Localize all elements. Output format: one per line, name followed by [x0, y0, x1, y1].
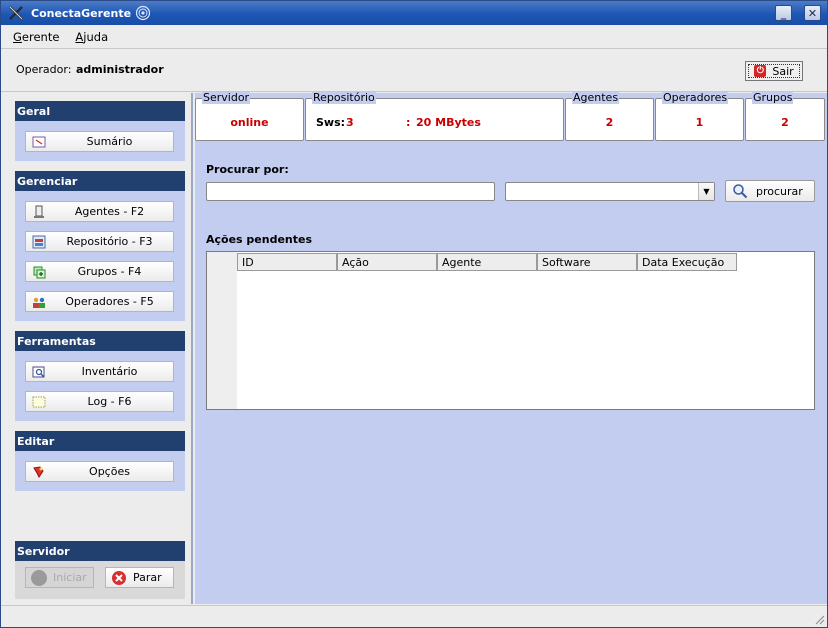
section-servidor-header: Servidor	[15, 541, 185, 561]
start-icon	[31, 569, 47, 586]
servidor-status: online	[230, 116, 269, 129]
log-icon	[32, 396, 46, 408]
column-header-agente[interactable]: Agente	[437, 253, 537, 271]
parar-button[interactable]: Parar	[105, 567, 174, 588]
swirl-icon	[135, 5, 151, 21]
operators-icon	[33, 297, 45, 308]
stat-grupos: Grupos 2	[745, 92, 825, 141]
search-label: Procurar por:	[206, 163, 289, 176]
column-header-acao[interactable]: Ação	[337, 253, 437, 271]
computer-icon	[34, 205, 44, 218]
app-window: ConectaGerente _ ✕ Gerente Ajuda Operado…	[0, 0, 828, 628]
chevron-down-icon[interactable]: ▼	[698, 183, 714, 200]
app-logo-icon	[9, 6, 23, 20]
main-panel: Servidor online Repositório Sws: 3 : 20 …	[195, 92, 827, 604]
menu-bar: Gerente Ajuda	[1, 25, 827, 49]
section-editar: Opções	[15, 451, 185, 491]
iniciar-button[interactable]: Iniciar	[25, 567, 94, 588]
sumario-button[interactable]: Sumário	[25, 131, 174, 152]
sidebar: Geral Sumário Gerenciar Agentes - F2 Rep…	[1, 93, 193, 604]
stat-repositorio: Repositório Sws: 3 : 20 MBytes	[305, 92, 564, 141]
stat-agentes: Agentes 2	[565, 92, 654, 141]
pending-actions-table[interactable]: ID Ação Agente Software Data Execução	[206, 251, 815, 410]
section-ferramentas: Inventário Log - F6	[15, 351, 185, 421]
column-header-data-execucao[interactable]: Data Execução	[637, 253, 737, 271]
row-header-column	[207, 252, 237, 409]
section-geral-header: Geral	[15, 101, 185, 121]
operator-bar: Operador: administrador ⏻ Sair	[1, 50, 827, 92]
section-editar-header: Editar	[15, 431, 185, 451]
resize-grip-icon[interactable]	[813, 613, 825, 625]
operator-label: Operador:	[16, 63, 72, 76]
menu-gerente[interactable]: Gerente	[13, 30, 59, 44]
exit-label: Sair	[772, 64, 794, 78]
section-servidor: Iniciar Parar	[15, 561, 185, 599]
operadores-button[interactable]: Operadores - F5	[25, 291, 174, 312]
minimize-icon: _	[780, 6, 787, 20]
inventario-button[interactable]: Inventário	[25, 361, 174, 382]
repository-icon	[32, 235, 46, 249]
groups-icon	[33, 266, 46, 279]
search-button[interactable]: procurar	[725, 180, 815, 202]
stop-icon	[112, 570, 126, 585]
status-bar	[1, 605, 827, 627]
menu-ajuda[interactable]: Ajuda	[75, 30, 108, 44]
agentes-count: 2	[605, 116, 614, 129]
options-icon	[33, 466, 44, 478]
agentes-button[interactable]: Agentes - F2	[25, 201, 174, 222]
section-ferramentas-header: Ferramentas	[15, 331, 185, 351]
summary-icon	[32, 136, 46, 148]
log-button[interactable]: Log - F6	[25, 391, 174, 412]
repo-size: 20 MBytes	[416, 116, 481, 129]
section-gerenciar: Agentes - F2 Repositório - F3 Grupos - F…	[15, 191, 185, 321]
close-window-button[interactable]: ✕	[804, 5, 821, 21]
grupos-count: 2	[781, 116, 789, 129]
title-bar[interactable]: ConectaGerente _ ✕	[1, 1, 827, 25]
stat-operadores: Operadores 1	[655, 92, 744, 141]
inventory-icon	[32, 366, 45, 378]
column-header-id[interactable]: ID	[237, 253, 337, 271]
search-input[interactable]	[206, 182, 495, 201]
search-icon	[733, 184, 748, 199]
sws-count: 3	[346, 116, 354, 129]
pending-actions-label: Ações pendentes	[206, 233, 313, 246]
stat-servidor: Servidor online	[195, 92, 304, 141]
column-header-software[interactable]: Software	[537, 253, 637, 271]
exit-button[interactable]: ⏻ Sair	[745, 61, 803, 81]
repositorio-button[interactable]: Repositório - F3	[25, 231, 174, 252]
section-geral: Sumário	[15, 121, 185, 161]
window-title: ConectaGerente	[31, 6, 132, 20]
grupos-button[interactable]: Grupos - F4	[25, 261, 174, 282]
opcoes-button[interactable]: Opções	[25, 461, 174, 482]
section-gerenciar-header: Gerenciar	[15, 171, 185, 191]
close-icon: ✕	[807, 6, 818, 20]
operator-name: administrador	[76, 63, 164, 76]
operadores-count: 1	[695, 116, 704, 129]
search-field-select[interactable]: ▼	[505, 182, 715, 201]
exit-icon: ⏻	[754, 65, 767, 77]
minimize-button[interactable]: _	[775, 5, 792, 21]
